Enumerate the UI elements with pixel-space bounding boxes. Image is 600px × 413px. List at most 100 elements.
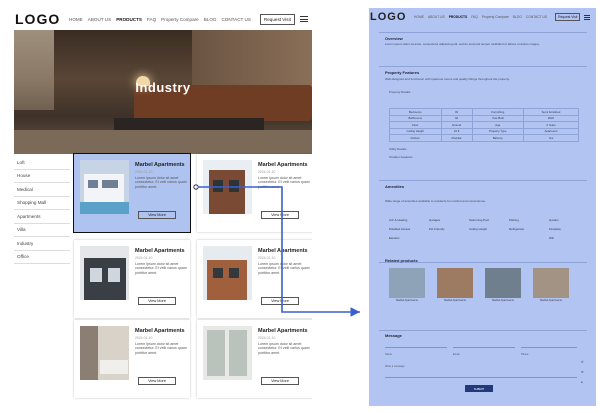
related-product-card[interactable]: Marbel Apartments	[533, 268, 569, 304]
card-title: Marbel Apartments	[258, 162, 308, 168]
card-title: Marbel Apartments	[135, 248, 185, 254]
card-date: 2024-01-10	[135, 170, 153, 174]
product-card[interactable]: Marbel Apartments 2024-01-10 Lorem ipsum…	[74, 320, 190, 398]
card-description: Lorem ipsum dolor sit amet consectetur. …	[135, 176, 187, 189]
amenity-item: Swimming Pool	[469, 218, 489, 222]
amenity-item: A/C & Heating	[389, 218, 408, 222]
phone-icon[interactable]: ✆	[581, 360, 584, 364]
details-cell: Balcony	[471, 134, 524, 142]
nav-products[interactable]: PRODUCTS	[449, 15, 468, 19]
view-more-button[interactable]: View More	[261, 211, 299, 219]
phone-field[interactable]: Phone	[521, 342, 577, 356]
details-cell: Kitchen	[389, 134, 442, 142]
hero-table	[114, 118, 264, 130]
amenity-item: Refrigerator	[509, 227, 525, 231]
product-card[interactable]: Marbel Apartments 2024-01-10 Lorem ipsum…	[197, 240, 312, 318]
house-image	[80, 160, 129, 214]
nav-faq[interactable]: FAQ	[147, 17, 156, 22]
house-image	[437, 268, 473, 298]
sidebar-item-office[interactable]: Office	[14, 251, 70, 264]
amenity-item: Ceiling Height	[469, 227, 487, 231]
nav-home[interactable]: HOME	[414, 15, 424, 19]
logo[interactable]: LOGO	[15, 11, 69, 27]
amenity-item: Garages	[429, 218, 441, 222]
nav-blog[interactable]: BLOG	[204, 17, 217, 22]
card-title: Marbel Apartments	[135, 162, 185, 168]
request-visit-button[interactable]: Request Visit	[259, 13, 295, 25]
overview-heading: Overview	[385, 36, 403, 41]
related-product-title: Marbel Apartments	[396, 299, 418, 302]
nav-blog[interactable]: BLOG	[513, 15, 522, 19]
card-description: Lorem ipsum dolor sit amet consectetur. …	[258, 342, 310, 355]
house-image	[485, 268, 521, 298]
sidebar-item-loft[interactable]: Loft	[14, 156, 70, 170]
property-details-toggle[interactable]: Property Details	[389, 90, 410, 95]
details-cell: Modular	[440, 134, 473, 142]
view-more-button[interactable]: View More	[138, 297, 176, 305]
nav-about[interactable]: ABOUT US	[88, 17, 111, 22]
details-row: Kitchen Modular Balcony Yes	[389, 134, 580, 142]
utility-details-toggle[interactable]: Utility Details	[389, 147, 406, 152]
view-more-button[interactable]: View More	[138, 211, 176, 219]
message-textarea[interactable]: Write a message	[385, 354, 577, 378]
related-product-card[interactable]: Marbel Apartments	[485, 268, 521, 304]
amenity-item: Pet Friendly	[429, 227, 445, 231]
sidebar-item-villa[interactable]: Villa	[14, 224, 70, 237]
mail-icon[interactable]: ✉	[581, 370, 584, 374]
property-details-table: Bedrooms 03 Furnishing Semi furnished Bathro…	[389, 108, 580, 142]
nav-about[interactable]: ABOUT US	[428, 15, 445, 19]
view-more-button[interactable]: View More	[261, 377, 299, 385]
nav-faq[interactable]: FAQ	[471, 15, 478, 19]
amenities-text: Wide range of amenities available to res…	[385, 199, 486, 203]
card-date: 2024-01-10	[135, 336, 153, 340]
nav-property-compare[interactable]: Property Compare	[161, 17, 199, 22]
hero-window	[14, 30, 54, 110]
sidebar-item-apartments[interactable]: Apartments	[14, 210, 70, 224]
logo[interactable]: LOGO	[370, 11, 414, 23]
nav-property-compare[interactable]: Property Compare	[482, 15, 509, 19]
nav-home[interactable]: HOME	[69, 17, 83, 22]
product-listing-page: LOGO HOME ABOUT US PRODUCTS FAQ Property…	[14, 8, 312, 400]
sidebar-item-shopping-mall[interactable]: Shopping Mall	[14, 197, 70, 210]
top-navigation: LOGO HOME ABOUT US PRODUCTS FAQ Property…	[369, 8, 596, 26]
view-more-button[interactable]: View More	[261, 297, 299, 305]
related-product-title: Marbel Apartments	[540, 299, 562, 302]
menu-icon[interactable]	[299, 16, 308, 22]
product-card[interactable]: Marbel Apartments 2024-01-10 Lorem ipsum…	[197, 320, 312, 398]
amenity-item: Fireplace	[549, 227, 561, 231]
house-image	[203, 246, 252, 300]
email-field[interactable]: Email	[453, 342, 515, 356]
room-image	[80, 326, 129, 380]
related-product-card[interactable]: Marbel Apartments	[389, 268, 425, 304]
sidebar-item-house[interactable]: House	[14, 170, 70, 183]
nav-products[interactable]: PRODUCTS	[116, 17, 142, 22]
house-image	[389, 268, 425, 298]
amenity-item: Wifi	[549, 236, 554, 240]
sidebar-item-medical[interactable]: Medical	[14, 183, 70, 197]
product-card[interactable]: Marbel Apartments 2024-01-10 Lorem ipsum…	[74, 240, 190, 318]
card-date: 2024-01-10	[135, 256, 153, 260]
related-product-title: Marbel Apartments	[444, 299, 466, 302]
menu-icon[interactable]	[584, 14, 591, 20]
house-image	[80, 246, 129, 300]
related-product-card[interactable]: Marbel Apartments	[437, 268, 473, 304]
submit-button[interactable]: SUBMIT	[465, 385, 493, 392]
product-card[interactable]: Marbel Apartments 2024-01-10 Lorem ipsum…	[197, 154, 312, 232]
name-field[interactable]: Name	[385, 342, 447, 356]
nav-contact[interactable]: CONTACT US	[526, 15, 547, 19]
sidebar-item-industry[interactable]: Industry	[14, 237, 70, 251]
chat-icon[interactable]: ●	[581, 380, 583, 384]
house-image	[533, 268, 569, 298]
card-date: 2024-01-10	[258, 336, 276, 340]
nav-contact[interactable]: CONTACT US	[221, 17, 250, 22]
outdoor-features-toggle[interactable]: Outdoor Features	[389, 155, 413, 160]
card-description: Lorem ipsum dolor sit amet consectetur. …	[135, 262, 187, 275]
view-more-button[interactable]: View More	[138, 377, 176, 385]
category-sidebar: Loft House Medical Shopping Mall Apartme…	[14, 156, 70, 264]
message-heading: Message	[385, 333, 402, 338]
features-text: Well-designed and functional, with spaci…	[385, 77, 510, 81]
amenity-item: Elevator	[389, 236, 400, 240]
card-date: 2024-01-10	[258, 170, 276, 174]
request-visit-button[interactable]: Request Visit	[555, 13, 581, 21]
product-card-highlighted[interactable]: Marbel Apartments 2024-01-10 Lorem ipsum…	[73, 153, 191, 233]
